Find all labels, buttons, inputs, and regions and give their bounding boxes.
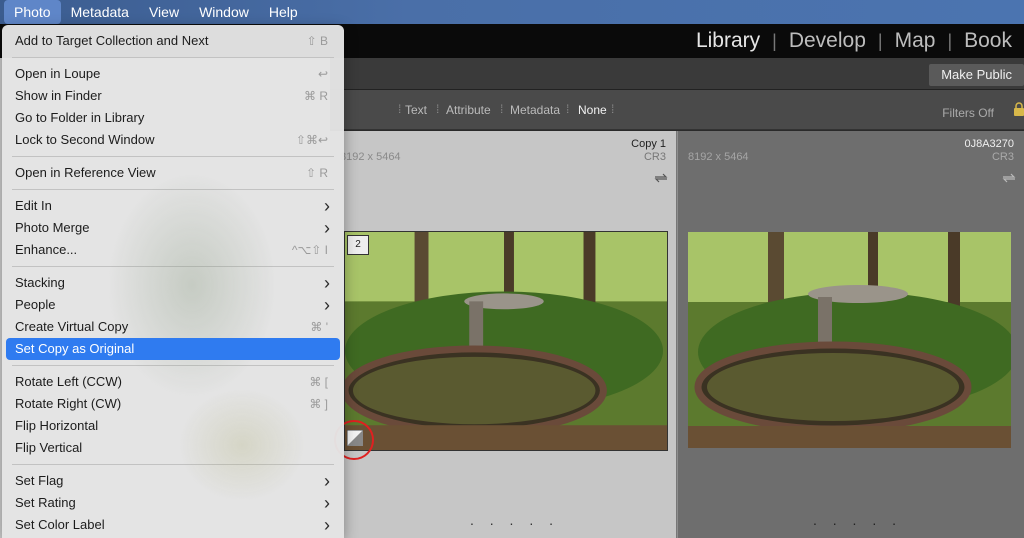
menu-item-enhance[interactable]: Enhance... ^⌥⇧ I (2, 239, 344, 261)
menu-item-set-flag[interactable]: Set Flag › (2, 470, 344, 492)
menu-separator (12, 464, 334, 465)
filter-text[interactable]: Text (405, 103, 427, 117)
menu-item-open-in-loupe[interactable]: Open in Loupe ↩ (2, 63, 344, 85)
menu-item-label: Set Copy as Original (15, 341, 135, 356)
menubar: Photo Metadata View Window Help (0, 0, 1024, 24)
module-library[interactable]: Library (684, 29, 772, 53)
stack-badge[interactable]: 2 (347, 235, 369, 255)
menubar-view[interactable]: View (139, 0, 189, 24)
module-book[interactable]: Book (952, 29, 1024, 53)
rating-dots[interactable]: . . . . . (470, 512, 559, 528)
menubar-photo[interactable]: Photo (4, 0, 61, 24)
chevron-right-icon: › (324, 295, 330, 315)
menu-item-shortcut: ⌘ R (304, 89, 328, 103)
photo-thumbnail[interactable] (688, 232, 1011, 448)
grid-cell-copy[interactable]: Copy 1 CR3 8192 x 5464 2 . . . . . (330, 131, 677, 538)
menu-item-label: People (15, 297, 56, 312)
menu-separator (12, 266, 334, 267)
chevron-right-icon: › (324, 493, 330, 513)
menu-item-shortcut: ⇧ B (306, 34, 328, 48)
menu-item-flip-vertical[interactable]: Flip Vertical (2, 437, 344, 459)
menu-separator (12, 156, 334, 157)
filter-none[interactable]: None (578, 103, 607, 117)
menubar-window[interactable]: Window (189, 0, 259, 24)
menu-item-label: Rotate Left (CCW) (15, 374, 122, 389)
menu-item-label: Stacking (15, 275, 65, 290)
make-public-button[interactable]: Make Public (929, 64, 1024, 86)
menu-item-add-to-target-collection-and-next[interactable]: Add to Target Collection and Next ⇧ B (2, 30, 344, 52)
menu-item-stacking[interactable]: Stacking › (2, 272, 344, 294)
menu-item-shortcut: ⌘ ] (309, 397, 328, 411)
chevron-right-icon: › (324, 471, 330, 491)
menu-item-lock-to-second-window[interactable]: Lock to Second Window ⇧⌘↩ (2, 129, 344, 151)
menu-item-shortcut: ⇧⌘↩ (295, 133, 328, 147)
menu-item-shortcut: ⌘ [ (309, 375, 328, 389)
menu-item-go-to-folder-in-library[interactable]: Go to Folder in Library (2, 107, 344, 129)
menu-item-open-in-reference-view[interactable]: Open in Reference View ⇧ R (2, 162, 344, 184)
menu-item-label: Add to Target Collection and Next (15, 33, 209, 48)
menu-item-shortcut: ⌘ ' (310, 320, 328, 334)
menu-item-rotate-right-cw[interactable]: Rotate Right (CW) ⌘ ] (2, 393, 344, 415)
chevron-right-icon: › (324, 515, 330, 535)
menu-item-label: Set Rating (15, 495, 76, 510)
menu-item-create-virtual-copy[interactable]: Create Virtual Copy ⌘ ' (2, 316, 344, 338)
menu-item-label: Open in Loupe (15, 66, 101, 81)
menu-item-label: Rotate Right (CW) (15, 396, 122, 411)
sync-arrows-icon (1002, 173, 1016, 183)
menu-item-label: Show in Finder (15, 88, 102, 103)
filter-attribute[interactable]: Attribute (446, 103, 491, 117)
menu-item-show-in-finder[interactable]: Show in Finder ⌘ R (2, 85, 344, 107)
menu-item-label: Open in Reference View (15, 165, 156, 180)
menu-item-set-rating[interactable]: Set Rating › (2, 492, 344, 514)
menu-item-label: Edit In (15, 198, 52, 213)
filter-metadata[interactable]: Metadata (510, 103, 560, 117)
chevron-right-icon: › (324, 196, 330, 216)
module-develop[interactable]: Develop (777, 29, 878, 53)
menubar-metadata[interactable]: Metadata (61, 0, 139, 24)
menu-separator (12, 189, 334, 190)
chevron-right-icon: › (324, 273, 330, 293)
menu-item-label: Set Color Label (15, 517, 105, 532)
lock-icon[interactable] (1014, 102, 1024, 116)
filters-off-dropdown[interactable]: Filters Off (942, 106, 994, 120)
photo-dimensions: 8192 x 5464 (340, 151, 401, 163)
menu-item-edit-in[interactable]: Edit In › (2, 195, 344, 217)
grid-cell-original[interactable]: 0J8A3270 CR3 8192 x 5464 . . . . . (678, 131, 1024, 538)
menu-separator (12, 57, 334, 58)
menu-item-label: Set Flag (15, 473, 64, 488)
menu-item-label: Go to Folder in Library (15, 110, 145, 125)
birdbath-photo (688, 232, 1011, 448)
menu-item-label: Create Virtual Copy (15, 319, 129, 334)
menubar-help[interactable]: Help (259, 0, 308, 24)
menu-item-flip-horizontal[interactable]: Flip Horizontal (2, 415, 344, 437)
photo-thumbnail[interactable] (344, 231, 668, 451)
menu-item-photo-merge[interactable]: Photo Merge › (2, 217, 344, 239)
birdbath-photo (345, 232, 667, 450)
menu-item-label: Photo Merge (15, 220, 90, 235)
menu-item-label: Flip Horizontal (15, 418, 99, 433)
file-extension: CR3 (643, 151, 666, 163)
menu-item-label: Enhance... (15, 242, 78, 257)
menu-item-set-copy-as-original[interactable]: Set Copy as Original (6, 338, 340, 360)
chevron-right-icon: › (324, 218, 330, 238)
photo-menu: Add to Target Collection and Next ⇧ B Open… (2, 25, 344, 538)
menu-item-rotate-left-ccw[interactable]: Rotate Left (CCW) ⌘ [ (2, 371, 344, 393)
menu-item-label: Flip Vertical (15, 440, 83, 455)
menu-item-people[interactable]: People › (2, 294, 344, 316)
photo-name: 0J8A3270 (964, 138, 1014, 150)
photo-dimensions: 8192 x 5464 (688, 151, 749, 163)
menu-item-label: Lock to Second Window (15, 132, 155, 147)
menu-item-shortcut: ↩ (317, 67, 328, 81)
rating-dots[interactable]: . . . . . (813, 512, 902, 528)
sync-arrows-icon (654, 173, 668, 183)
module-map[interactable]: Map (883, 29, 948, 53)
photo-name: Copy 1 (631, 138, 666, 150)
menu-item-set-color-label[interactable]: Set Color Label › (2, 514, 344, 536)
menu-item-shortcut: ^⌥⇧ I (291, 243, 328, 257)
menu-item-shortcut: ⇧ R (305, 166, 328, 180)
menu-separator (12, 365, 334, 366)
file-extension: CR3 (991, 151, 1014, 163)
